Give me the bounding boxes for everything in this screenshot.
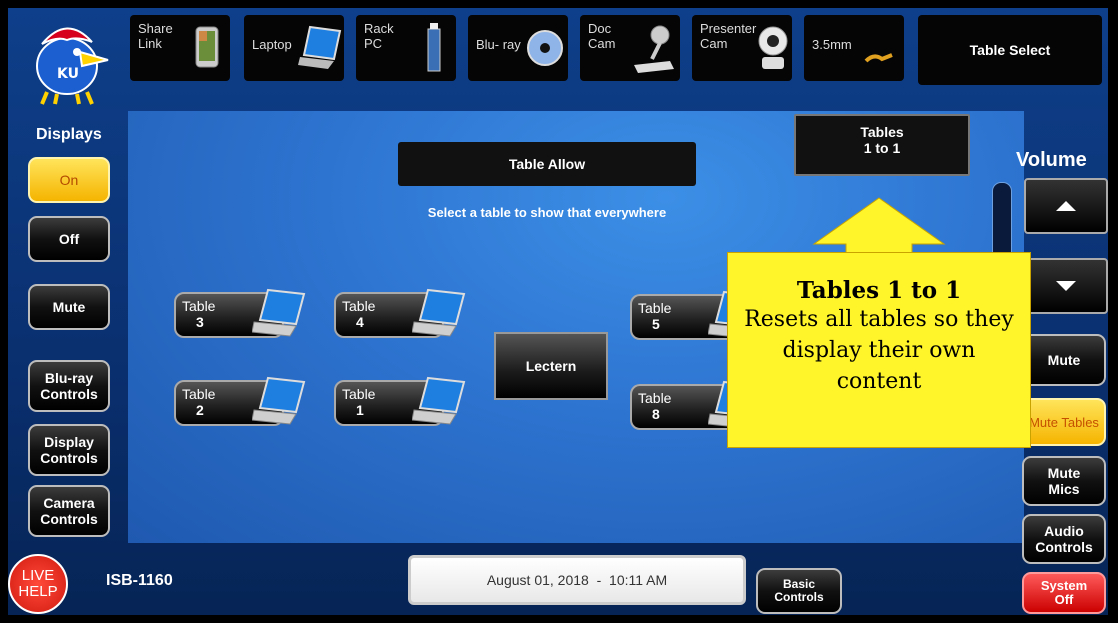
document-camera-icon — [634, 25, 674, 73]
table-word: Table — [182, 298, 216, 314]
instruction-text: Select a table to show that everywhere — [427, 205, 667, 220]
laptop-icon — [412, 376, 466, 425]
volume-up-icon — [1056, 201, 1076, 211]
audio-controls-label: Audio Controls — [1035, 523, 1093, 555]
table-number: 3 — [196, 314, 204, 330]
callout-body: Resets all tables so they display their … — [744, 307, 1014, 394]
source-label: Share Link — [138, 21, 173, 51]
table-word: Table — [638, 300, 672, 316]
live-help-button[interactable]: LIVE HELP — [8, 554, 68, 614]
volume-mute-label: Mute — [1047, 352, 1081, 368]
source-label: Doc Cam — [588, 21, 616, 51]
system-off-label: System Off — [1040, 578, 1088, 607]
source-label: Laptop — [252, 37, 292, 52]
callout-box: Tables 1 to 1 Resets all tables so they … — [727, 252, 1031, 448]
table-select-label: Table Select — [969, 41, 1051, 58]
table-number: 8 — [652, 406, 660, 422]
laptop-icon — [412, 288, 466, 337]
source-label: Presenter Cam — [700, 21, 757, 51]
display-controls-button[interactable]: Display Controls — [28, 424, 110, 476]
callout-heading: Tables 1 to 1 — [796, 277, 962, 304]
source-label: 3.5mm — [812, 37, 852, 52]
mute-label: Mute — [52, 299, 86, 315]
mute-tables-label: Mute Tables — [1029, 414, 1099, 430]
table-word: Table — [342, 386, 376, 402]
camera-controls-label: Camera Controls — [40, 495, 98, 527]
callout-arrow — [812, 197, 946, 255]
table-word: Table — [182, 386, 216, 402]
table-number: 2 — [196, 402, 204, 418]
source-label: Blu- ray — [476, 37, 521, 52]
disc-icon — [527, 30, 563, 66]
source-doc-cam[interactable]: Doc Cam — [580, 15, 680, 81]
source-laptop[interactable]: Laptop — [244, 15, 344, 81]
svg-text:KU: KU — [57, 66, 79, 82]
tables-1-to-1-button[interactable]: Tables 1 to 1 — [794, 114, 970, 176]
table-3-button[interactable]: Table 3 — [174, 286, 306, 344]
camera-icon — [758, 26, 788, 69]
source-presenter-cam[interactable]: Presenter Cam — [692, 15, 792, 81]
bluray-controls-button[interactable]: Blu-ray Controls — [28, 360, 110, 412]
on-label: On — [59, 172, 79, 188]
tables-1-to-1-label: Tables 1 to 1 — [860, 124, 904, 156]
camera-controls-button[interactable]: Camera Controls — [28, 485, 110, 537]
table-word: Table — [638, 390, 672, 406]
lectern-button[interactable]: Lectern — [494, 332, 608, 400]
mute-tables-button[interactable]: Mute Tables — [1022, 398, 1106, 446]
table-number: 1 — [356, 402, 364, 418]
displays-mute-button[interactable]: Mute — [28, 284, 110, 330]
basic-controls-button[interactable]: Basic Controls — [756, 568, 842, 614]
audio-jack-icon — [864, 53, 893, 63]
volume-down-button[interactable] — [1024, 258, 1108, 314]
laptop-icon — [298, 25, 342, 69]
off-label: Off — [58, 231, 80, 247]
source-blu-ray[interactable]: Blu- ray — [468, 15, 568, 81]
displays-off-button[interactable]: Off — [28, 216, 110, 262]
phone-icon — [195, 26, 219, 68]
basic-controls-label: Basic Controls — [774, 577, 824, 604]
table-number: 4 — [356, 314, 364, 330]
table-allow-label: Table Allow — [508, 156, 586, 172]
mute-mics-button[interactable]: Mute Mics — [1022, 456, 1106, 506]
pc-tower-icon — [427, 23, 441, 72]
date-time-display: August 01, 2018 - 10:11 AM — [408, 555, 746, 605]
table-allow-button[interactable]: Table Allow — [398, 142, 696, 186]
bluray-controls-label: Blu-ray Controls — [40, 370, 98, 402]
live-help-label: LIVE HELP — [18, 567, 58, 600]
room-number: ISB-1160 — [106, 572, 173, 589]
volume-down-icon — [1056, 281, 1076, 291]
displays-on-button[interactable]: On — [28, 157, 110, 203]
lectern-label: Lectern — [525, 358, 577, 374]
table-4-button[interactable]: Table 4 — [334, 286, 466, 344]
source-rack-pc[interactable]: Rack PC — [356, 15, 456, 81]
table-number: 5 — [652, 316, 660, 332]
displays-title: Displays — [36, 126, 102, 143]
laptop-icon — [252, 288, 306, 337]
mute-mics-label: Mute Mics — [1047, 465, 1081, 497]
table-1-button[interactable]: Table 1 — [334, 374, 466, 432]
display-controls-label: Display Controls — [40, 434, 98, 466]
ku-jayhawk-logo: KU — [22, 14, 112, 106]
source-share-link[interactable]: Share Link — [130, 15, 230, 81]
volume-title: Volume — [1016, 149, 1087, 171]
source-label: Rack PC — [364, 21, 394, 51]
audio-controls-button[interactable]: Audio Controls — [1022, 514, 1106, 564]
volume-mute-button[interactable]: Mute — [1022, 334, 1106, 386]
laptop-icon — [252, 376, 306, 425]
table-select-button[interactable]: Table Select — [918, 15, 1102, 85]
table-2-button[interactable]: Table 2 — [174, 374, 306, 432]
source-3-5mm[interactable]: 3.5mm — [804, 15, 904, 81]
date-time-text: August 01, 2018 - 10:11 AM — [486, 572, 668, 588]
system-off-button[interactable]: System Off — [1022, 572, 1106, 614]
table-word: Table — [342, 298, 376, 314]
volume-up-button[interactable] — [1024, 178, 1108, 234]
